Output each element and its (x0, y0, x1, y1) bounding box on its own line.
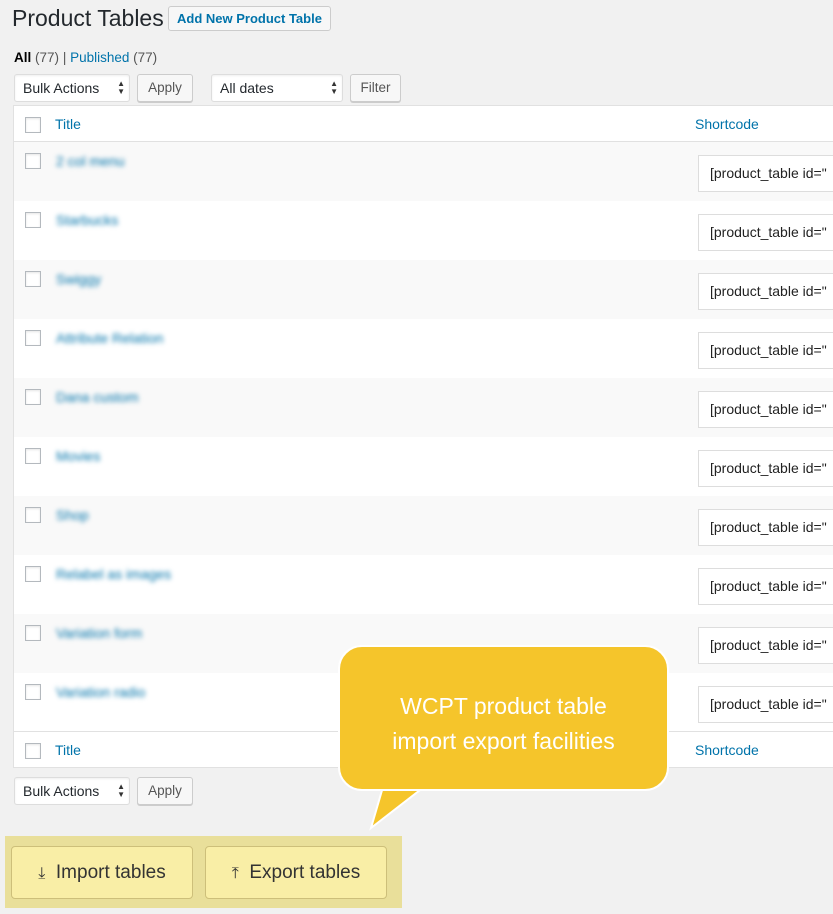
row-checkbox[interactable] (25, 625, 41, 641)
shortcode-field[interactable]: [product_table id=" (698, 627, 833, 664)
shortcode-field[interactable]: [product_table id=" (698, 155, 833, 192)
shortcode-field[interactable]: [product_table id=" (698, 332, 833, 369)
row-checkbox[interactable] (25, 507, 41, 523)
table-row: 2 col menu [product_table id=" (14, 142, 833, 201)
dates-select[interactable]: All dates ▲ ▼ (211, 74, 343, 102)
row-checkbox[interactable] (25, 212, 41, 228)
download-icon: ⤓ (38, 865, 46, 882)
row-title-link[interactable]: Variation form (56, 625, 142, 641)
table-row: Swiggy [product_table id=" (14, 260, 833, 319)
row-title-link[interactable]: Dana custom (56, 389, 138, 405)
row-checkbox[interactable] (25, 271, 41, 287)
all-count: (77) (35, 50, 60, 65)
row-title-link[interactable]: Variation radio (56, 684, 145, 700)
export-tables-button[interactable]: ⤒ Export tables (205, 846, 387, 899)
row-title-link[interactable]: Swiggy (56, 271, 101, 287)
add-new-product-table-button[interactable]: Add New Product Table (168, 6, 331, 31)
page-title: Product Tables (12, 5, 164, 31)
filter-published[interactable]: Published (70, 50, 129, 65)
table-header: Title Shortcode (14, 106, 833, 142)
bulk-actions-value: Bulk Actions (23, 783, 100, 799)
row-title-link[interactable]: 2 col menu (56, 153, 124, 169)
table-row: Shop [product_table id=" (14, 496, 833, 555)
callout-bubble: WCPT product table import export faciliti… (338, 645, 669, 791)
published-count: (77) (133, 50, 158, 65)
row-title-link[interactable]: Shop (56, 507, 89, 523)
shortcode-field[interactable]: [product_table id=" (698, 686, 833, 723)
title-column-footer[interactable]: Title (55, 742, 81, 758)
filter-all[interactable]: All (14, 50, 31, 65)
row-checkbox[interactable] (25, 566, 41, 582)
bulk-actions-select[interactable]: Bulk Actions ▲ ▼ (14, 74, 130, 102)
shortcode-field[interactable]: [product_table id=" (698, 450, 833, 487)
status-filter: All (77) | Published (77) (14, 50, 157, 65)
select-arrow-icon: ▲ ▼ (117, 79, 125, 96)
import-label: Import tables (55, 862, 166, 883)
select-arrow-icon: ▲ ▼ (330, 79, 338, 96)
row-checkbox[interactable] (25, 389, 41, 405)
table-row: Attribute Relation [product_table id=" (14, 319, 833, 378)
separator: | (62, 50, 67, 65)
filter-button[interactable]: Filter (350, 74, 401, 102)
upload-icon: ⤒ (231, 865, 239, 882)
shortcode-field[interactable]: [product_table id=" (698, 391, 833, 428)
callout-line-2: import export facilities (392, 728, 615, 754)
row-checkbox[interactable] (25, 448, 41, 464)
shortcode-field[interactable]: [product_table id=" (698, 214, 833, 251)
apply-button-bottom[interactable]: Apply (137, 777, 193, 805)
title-column-header[interactable]: Title (55, 116, 81, 132)
table-row: Relabel as images [product_table id=" (14, 555, 833, 614)
table-row: Starbucks [product_table id=" (14, 201, 833, 260)
shortcode-column-footer: Shortcode (695, 742, 759, 758)
shortcode-column-header: Shortcode (695, 116, 759, 132)
export-label: Export tables (249, 862, 361, 883)
select-all-checkbox[interactable] (25, 117, 41, 133)
row-title-link[interactable]: Starbucks (56, 212, 118, 228)
bulk-actions-value: Bulk Actions (23, 80, 100, 96)
bulk-actions-select-bottom[interactable]: Bulk Actions ▲ ▼ (14, 777, 130, 805)
shortcode-field[interactable]: [product_table id=" (698, 273, 833, 310)
table-row: Movies [product_table id=" (14, 437, 833, 496)
row-title-link[interactable]: Relabel as images (56, 566, 171, 582)
apply-button[interactable]: Apply (137, 74, 193, 102)
callout-line-1: WCPT product table (400, 693, 607, 719)
row-checkbox[interactable] (25, 330, 41, 346)
row-checkbox[interactable] (25, 153, 41, 169)
import-tables-button[interactable]: ⤓ Import tables (11, 846, 193, 899)
row-title-link[interactable]: Attribute Relation (56, 330, 163, 346)
dates-value: All dates (220, 80, 274, 96)
table-row: Dana custom [product_table id=" (14, 378, 833, 437)
shortcode-field[interactable]: [product_table id=" (698, 568, 833, 605)
select-arrow-icon: ▲ ▼ (117, 782, 125, 799)
shortcode-field[interactable]: [product_table id=" (698, 509, 833, 546)
select-all-checkbox-footer[interactable] (25, 743, 41, 759)
row-checkbox[interactable] (25, 684, 41, 700)
row-title-link[interactable]: Movies (56, 448, 100, 464)
